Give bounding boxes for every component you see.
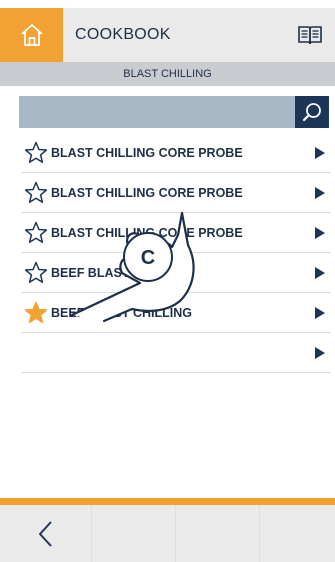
recipe-row[interactable]: BLAST CHILLING CORE PROBE bbox=[21, 173, 331, 213]
recipe-book-button[interactable] bbox=[285, 8, 335, 62]
recipe-row[interactable]: BLAST CHILLING CORE PROBE bbox=[21, 213, 331, 253]
search-icon bbox=[302, 103, 321, 122]
chevron-left-icon bbox=[38, 520, 52, 547]
toolbar-slot bbox=[92, 505, 176, 562]
arrow-right-icon[interactable] bbox=[309, 266, 331, 280]
status-strip bbox=[0, 0, 335, 8]
back-button[interactable] bbox=[0, 505, 92, 562]
recipe-name: BEEF BLAST CHILLING bbox=[51, 305, 192, 320]
category-title: BLAST CHILLING bbox=[0, 62, 335, 86]
home-button[interactable] bbox=[0, 8, 63, 62]
favorite-star-icon[interactable] bbox=[21, 253, 51, 293]
book-icon bbox=[298, 26, 322, 45]
favorite-star-icon[interactable] bbox=[21, 173, 51, 213]
search-button[interactable] bbox=[295, 96, 329, 128]
page-title: COOKBOOK bbox=[75, 26, 171, 43]
recipe-row[interactable] bbox=[21, 333, 331, 373]
arrow-right-icon[interactable] bbox=[309, 146, 331, 160]
favorite-star-icon[interactable] bbox=[21, 213, 51, 253]
arrow-right-icon[interactable] bbox=[309, 186, 331, 200]
favorite-star-icon[interactable] bbox=[21, 133, 51, 173]
home-icon bbox=[20, 24, 43, 46]
recipe-row[interactable]: BEEF BLAST CHILLING bbox=[21, 253, 331, 293]
footer-accent-bar bbox=[0, 498, 335, 505]
recipe-name: BLAST CHILLING CORE PROBE bbox=[51, 225, 243, 240]
bottom-toolbar bbox=[0, 505, 335, 562]
arrow-right-icon[interactable] bbox=[309, 226, 331, 240]
arrow-right-icon[interactable] bbox=[309, 306, 331, 320]
recipe-row[interactable]: BLAST CHILLING CORE PROBE bbox=[21, 133, 331, 173]
recipe-list: BLAST CHILLING CORE PROBE BLAST CHILLING… bbox=[21, 133, 331, 373]
app-header: COOKBOOK bbox=[0, 8, 335, 62]
search-input[interactable] bbox=[19, 96, 295, 128]
toolbar-slot bbox=[260, 505, 335, 562]
search-bar bbox=[19, 96, 329, 128]
recipe-name: BEEF BLAST CHILLING bbox=[51, 265, 192, 280]
recipe-name: BLAST CHILLING CORE PROBE bbox=[51, 145, 243, 160]
recipe-name: BLAST CHILLING CORE PROBE bbox=[51, 185, 243, 200]
arrow-right-icon[interactable] bbox=[309, 346, 331, 360]
favorite-star-filled-icon[interactable] bbox=[21, 293, 51, 333]
recipe-row[interactable]: BEEF BLAST CHILLING bbox=[21, 293, 331, 333]
toolbar-slot bbox=[176, 505, 260, 562]
